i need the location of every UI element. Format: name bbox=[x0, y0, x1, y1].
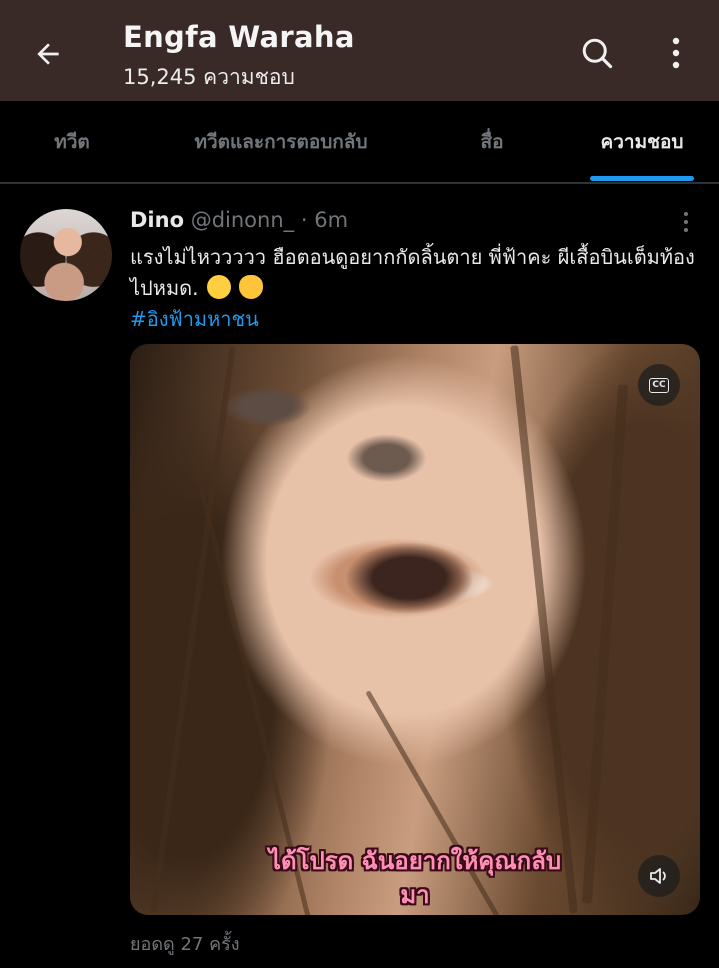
tab-tweets[interactable]: ทวีต bbox=[20, 101, 124, 183]
divider bbox=[0, 183, 719, 192]
video-subtitle: ได้โปรด ฉันอยากให้คุณกลับ มา bbox=[130, 844, 700, 912]
hashtag-link[interactable]: #อิงฟ้ามหาชน bbox=[130, 304, 259, 335]
hair-strand bbox=[581, 384, 629, 904]
more-vertical-icon bbox=[672, 37, 680, 69]
tweet-text-container: แรงไม่ไหววววว ฮือตอนดูอยากกัดลิ้นตาย พี่… bbox=[130, 242, 700, 304]
profile-name: Engfa Waraha bbox=[123, 20, 355, 54]
search-icon bbox=[582, 38, 613, 69]
back-button[interactable] bbox=[28, 34, 68, 74]
hair-strand bbox=[510, 345, 578, 914]
separator: · bbox=[300, 208, 308, 232]
avatar[interactable] bbox=[20, 209, 112, 301]
likes-count: 15,245 ความชอบ bbox=[123, 65, 295, 89]
tweet-more-button[interactable] bbox=[672, 208, 700, 236]
subtitle-line: ได้โปรด ฉันอยากให้คุณกลับ bbox=[268, 847, 562, 875]
tweet-header: Dino @dinonn_ · 6m bbox=[130, 208, 348, 232]
author-handle[interactable]: @dinonn_ bbox=[191, 208, 294, 232]
hair-strand bbox=[150, 346, 236, 913]
cc-icon: CC bbox=[649, 377, 669, 393]
video-player[interactable]: CC ได้โปรด ฉันอยากให้คุณกลับ มา bbox=[130, 344, 700, 915]
profile-header: Engfa Waraha 15,245 ความชอบ bbox=[0, 0, 719, 101]
active-tab-indicator bbox=[590, 176, 694, 181]
more-options-button[interactable] bbox=[658, 32, 694, 74]
profile-tabs: ทวีต ทวีตและการตอบกลับ สื่อ ความชอบ bbox=[0, 101, 719, 183]
tab-media[interactable]: สื่อ bbox=[440, 101, 544, 183]
subtitle-line: มา bbox=[400, 881, 430, 909]
tab-tweets-and-replies[interactable]: ทวีตและการตอบกลับ bbox=[150, 101, 412, 183]
tab-likes[interactable]: ความชอบ bbox=[578, 101, 706, 183]
more-vertical-icon bbox=[684, 212, 688, 232]
tweet[interactable]: Dino @dinonn_ · 6m แรงไม่ไหววววว ฮือตอนด… bbox=[0, 192, 719, 968]
author-name[interactable]: Dino bbox=[130, 208, 184, 232]
view-count: ยอดดู 27 ครั้ง bbox=[130, 934, 240, 955]
hugging-face-icon bbox=[239, 275, 264, 299]
timestamp[interactable]: 6m bbox=[314, 208, 348, 232]
pleading-face-icon bbox=[206, 275, 231, 299]
volume-icon bbox=[650, 868, 666, 884]
volume-button[interactable] bbox=[638, 855, 680, 897]
arrow-left-icon bbox=[37, 43, 59, 65]
search-button[interactable] bbox=[576, 32, 618, 74]
captions-button[interactable]: CC bbox=[638, 364, 680, 406]
